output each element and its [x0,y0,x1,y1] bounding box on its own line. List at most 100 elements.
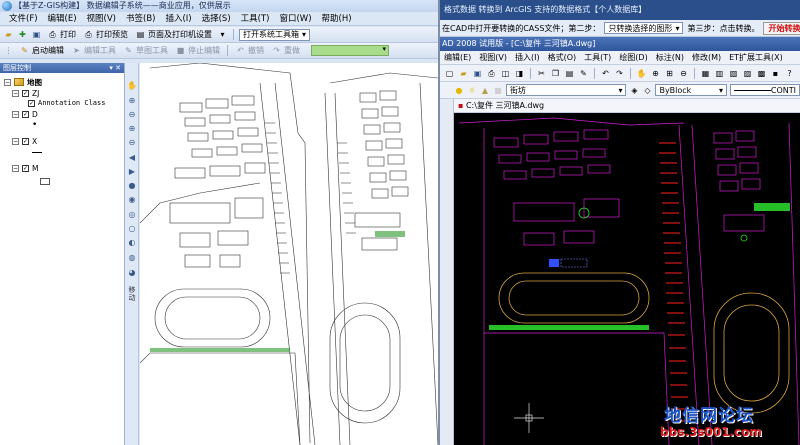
layer-visibility-checkbox[interactable]: ✓ [22,164,29,172]
cad-menu-edit[interactable]: 编辑(E) [440,51,475,65]
pan-hand-icon[interactable]: ✋ [127,81,137,91]
identify-icon[interactable]: ● [127,181,137,191]
color-select[interactable]: ByBlock ▾ [655,84,727,96]
tool-palette-icon[interactable]: ▧ [728,68,739,79]
redo-button[interactable]: ↷ 重做 [269,45,302,56]
properties-icon[interactable]: ▦ [700,68,711,79]
convert-scope-select[interactable]: 只转换选择的图形 ▾ [604,22,684,34]
layer-m[interactable]: − ✓ M [12,163,38,173]
layer-x[interactable]: − ✓ X [12,136,37,146]
zoom-out-icon[interactable]: ⊖ [127,110,137,120]
close-icon[interactable]: ✕ [115,64,121,72]
collapse-icon[interactable]: − [12,110,19,118]
menu-file[interactable]: 文件(F) [4,12,43,26]
bulb-icon[interactable]: ● [454,85,464,96]
toolbar-arrow-icon[interactable]: ▾ [217,29,228,40]
copy-icon[interactable]: ❐ [550,68,561,79]
sheet-set-icon[interactable]: ▨ [742,68,753,79]
refresh-icon[interactable]: ○ [127,224,137,234]
save-icon[interactable]: ▣ [472,68,483,79]
match-properties-icon[interactable]: ✎ [578,68,589,79]
open-folder-icon[interactable]: ▰ [458,68,469,79]
calculator-icon[interactable]: ▪ [770,68,781,79]
cad-menu-modify[interactable]: 修改(M) [688,51,725,65]
undo-button[interactable]: ↶ 撤销 [233,45,266,56]
printer-icon[interactable]: ⎙ [486,68,497,79]
make-current-icon[interactable]: ◈ [629,85,639,96]
print-button[interactable]: ⎙ 打印 [45,29,78,40]
cad-menu-draw[interactable]: 绘图(D) [615,51,651,65]
forward-arrow-icon[interactable]: ▶ [127,167,137,177]
print-preview-button[interactable]: ⎙ 打印预览 [81,29,130,40]
design-center-icon[interactable]: ▥ [714,68,725,79]
paste-icon[interactable]: ▤ [564,68,575,79]
fixed-zoom-out-icon[interactable]: ⊖ [127,138,137,148]
back-arrow-icon[interactable]: ◀ [127,153,137,163]
undo-icon[interactable]: ↶ [600,68,611,79]
zoom-in-icon[interactable]: ⊕ [127,96,137,106]
layer-visibility-checkbox[interactable]: ✓ [22,137,29,145]
collapse-icon[interactable]: − [12,137,19,145]
cad-menu-express[interactable]: ET扩展工具(X) [725,51,787,65]
select-icon[interactable]: ◎ [127,210,137,220]
menu-view[interactable]: 视图(V) [82,12,121,26]
redo-icon[interactable]: ↷ [614,68,625,79]
start-convert-button[interactable]: 开始转换 [763,21,800,35]
help-icon[interactable]: ? [784,68,795,79]
layer-d[interactable]: − ✓ D [12,109,38,119]
layer-target-dropdown[interactable]: ▾ [311,45,389,56]
page-setup-button[interactable]: ▤ 页面及打印机设置 [133,29,214,40]
linetype-select[interactable]: CONTI [729,84,800,96]
zoom-realtime-icon[interactable]: ⊕ [650,68,661,79]
menu-edit[interactable]: 编辑(E) [43,12,82,26]
new-file-icon[interactable]: ▢ [444,68,455,79]
cad-drawing-canvas[interactable] [454,113,800,445]
pin-icon[interactable]: ▾ [109,64,113,72]
preview-icon[interactable]: ◫ [500,68,511,79]
layer-zj[interactable]: − ✓ ZJ [12,88,39,98]
markup-icon[interactable]: ▩ [756,68,767,79]
menu-help[interactable]: 帮助(H) [317,12,357,26]
add-data-icon[interactable]: ✚ [17,29,28,40]
edit-tool-button[interactable]: ➤ 编辑工具 [69,45,118,56]
stop-edit-button[interactable]: ■ 停止编辑 [173,45,222,56]
zoom-window-icon[interactable]: ⊞ [664,68,675,79]
cad-menu-format[interactable]: 格式(O) [544,51,581,65]
menu-insert[interactable]: 插入(I) [160,12,196,26]
collapse-icon[interactable]: − [12,89,19,97]
zoom-previous-icon[interactable]: ⊖ [678,68,689,79]
layer-previous-icon[interactable]: ◇ [642,85,652,96]
pan-hand-icon[interactable]: ✋ [636,68,647,79]
cad-menu-tools[interactable]: 工具(T) [580,51,615,65]
layer-visibility-checkbox[interactable]: ✓ [22,110,29,118]
lock-icon[interactable]: ▲ [480,85,490,96]
cut-icon[interactable]: ✂ [536,68,547,79]
cad-menu-dimension[interactable]: 标注(N) [652,51,688,65]
annotation-checkbox[interactable]: ✓ [28,99,35,107]
tree-root-map[interactable]: − 地图 [4,77,42,87]
open-toolbox-dropdown[interactable]: 打开系统工具箱 ▾ [239,28,311,41]
sketch-tool-button[interactable]: ✎ 草图工具 [121,45,170,56]
cad-menu-insert[interactable]: 插入(I) [511,51,544,65]
fixed-zoom-in-icon[interactable]: ⊕ [127,124,137,134]
cad-menu-view[interactable]: 视图(V) [475,51,511,65]
menu-bookmark[interactable]: 书签(B) [121,12,160,26]
save-icon[interactable]: ▣ [31,29,42,40]
menu-window[interactable]: 窗口(W) [274,12,316,26]
collapse-icon[interactable]: − [12,164,19,172]
annotation-class-item[interactable]: ✓ Annotation Class [28,98,105,108]
layer-visibility-checkbox[interactable]: ✓ [22,89,29,97]
menu-tools[interactable]: 工具(T) [236,12,275,26]
menu-select[interactable]: 选择(S) [197,12,236,26]
publish-icon[interactable]: ◨ [514,68,525,79]
start-edit-button[interactable]: ✎ 启动编辑 [17,45,66,56]
collapse-icon[interactable]: − [4,78,11,86]
measure-icon[interactable]: ◉ [127,195,137,205]
globe-icon[interactable]: ◕ [127,268,137,278]
find-icon[interactable]: ◐ [127,238,137,248]
open-folder-icon[interactable]: ▰ [3,29,14,40]
sun-icon[interactable]: ☼ [467,85,477,96]
map-view[interactable] [140,63,438,445]
layer-select[interactable]: 街坊 ▾ [505,84,627,96]
cad-document-tab[interactable]: ▪ C:\复件 三河镇A.dwg [454,99,800,113]
